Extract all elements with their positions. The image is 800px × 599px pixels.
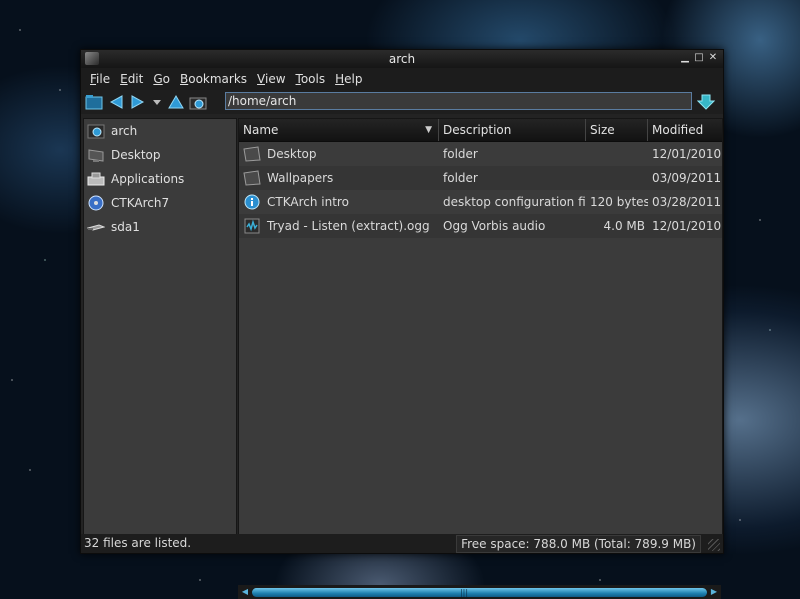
file-description: desktop configuration file — [443, 195, 586, 209]
go-icon[interactable] — [696, 93, 716, 111]
file-name: Tryad - Listen (extract).ogg — [267, 219, 430, 233]
applications-icon — [86, 171, 106, 187]
home-folder-icon — [86, 123, 106, 139]
column-modified-label: Modified — [652, 123, 704, 137]
file-description: folder — [443, 147, 478, 161]
folder-icon — [243, 146, 261, 162]
table-row[interactable]: Tryad - Listen (extract).ogg Ogg Vorbis … — [239, 214, 722, 238]
table-row[interactable]: Wallpapers folder 03/09/2011 — [239, 166, 722, 190]
title-bar[interactable]: arch ▁ □ ✕ — [81, 50, 723, 68]
column-size[interactable]: Size — [586, 119, 648, 141]
file-name: Wallpapers — [267, 171, 334, 185]
file-size: 120 bytes — [590, 195, 648, 209]
optical-disc-icon — [86, 195, 106, 211]
column-size-label: Size — [590, 123, 615, 137]
scrollbar-thumb[interactable] — [252, 588, 707, 597]
close-icon[interactable]: ✕ — [707, 52, 719, 64]
file-list: Name ▼ Description Size Modified Desktop… — [238, 118, 723, 535]
column-description[interactable]: Description — [439, 119, 586, 141]
menu-bar: File Edit Go Bookmarks View Tools Help — [81, 68, 723, 90]
places-sidebar: arch Desktop Applications CTKArch7 sda1 — [83, 118, 237, 535]
scroll-left-icon[interactable]: ◀ — [240, 587, 250, 597]
sidebar-item-sda1[interactable]: sda1 — [84, 215, 236, 239]
sidebar-item-desktop[interactable]: Desktop — [84, 143, 236, 167]
home-icon[interactable] — [189, 93, 207, 111]
folder-icon — [243, 170, 261, 186]
file-modified: 12/01/2010 — [652, 147, 722, 161]
file-rows: Desktop folder 12/01/2010 Wallpapers fol… — [239, 142, 722, 238]
sidebar-item-ctkarch7[interactable]: CTKArch7 — [84, 191, 236, 215]
column-name-label: Name — [243, 123, 279, 137]
minimize-icon[interactable]: ▁ — [679, 52, 691, 64]
file-description: folder — [443, 171, 478, 185]
sidebar-item-applications[interactable]: Applications — [84, 167, 236, 191]
status-free-space: Free space: 788.0 MB (Total: 789.9 MB) — [456, 535, 701, 553]
window-title: arch — [388, 52, 416, 66]
forward-icon[interactable] — [129, 93, 147, 111]
sidebar-item-label: Applications — [111, 172, 185, 186]
desktop-icon — [86, 147, 106, 163]
maximize-icon[interactable]: □ — [693, 52, 705, 64]
column-description-label: Description — [443, 123, 512, 137]
drive-icon — [86, 219, 106, 235]
status-bar: 32 files are listed. Free space: 788.0 M… — [81, 534, 723, 553]
up-icon[interactable] — [167, 93, 185, 111]
status-file-count: 32 files are listed. — [84, 536, 192, 550]
location-input[interactable] — [225, 92, 692, 110]
file-description: Ogg Vorbis audio — [443, 219, 546, 233]
table-row[interactable]: CTKArch intro desktop configuration file… — [239, 190, 722, 214]
app-icon[interactable] — [85, 52, 99, 65]
menu-edit[interactable]: Edit — [115, 72, 148, 86]
sidebar-item-label: arch — [111, 124, 138, 138]
scrollbar-grip-icon: ||| — [459, 588, 469, 597]
sidebar-item-arch[interactable]: arch — [84, 119, 236, 143]
file-size: 4.0 MB — [603, 219, 645, 233]
menu-bookmarks[interactable]: Bookmarks — [175, 72, 252, 86]
file-manager-window: arch ▁ □ ✕ File Edit Go Bookmarks View T… — [80, 49, 724, 599]
menu-tools[interactable]: Tools — [291, 72, 331, 86]
sidebar-item-label: sda1 — [111, 220, 140, 234]
menu-view[interactable]: View — [252, 72, 290, 86]
new-tab-icon[interactable] — [85, 93, 103, 111]
toolbar — [81, 90, 723, 114]
file-modified: 03/28/2011 — [652, 195, 722, 209]
info-icon — [243, 194, 261, 210]
file-name: CTKArch intro — [267, 195, 349, 209]
back-icon[interactable] — [107, 93, 125, 111]
list-header: Name ▼ Description Size Modified — [239, 119, 722, 142]
audio-file-icon — [243, 218, 261, 234]
menu-file[interactable]: File — [85, 72, 115, 86]
menu-go[interactable]: Go — [148, 72, 175, 86]
menu-help[interactable]: Help — [330, 72, 367, 86]
column-name[interactable]: Name ▼ — [239, 119, 439, 141]
history-dropdown-icon[interactable] — [151, 93, 163, 111]
file-modified: 03/09/2011 — [652, 171, 722, 185]
table-row[interactable]: Desktop folder 12/01/2010 — [239, 142, 722, 166]
sidebar-item-label: CTKArch7 — [111, 196, 170, 210]
content-area: arch Desktop Applications CTKArch7 sda1 … — [81, 118, 723, 599]
scroll-right-icon[interactable]: ▶ — [709, 587, 719, 597]
sidebar-item-label: Desktop — [111, 148, 161, 162]
column-modified[interactable]: Modified — [648, 119, 722, 141]
resize-grip-icon[interactable] — [708, 539, 720, 551]
file-modified: 12/01/2010 — [652, 219, 722, 233]
file-name: Desktop — [267, 147, 317, 161]
horizontal-scrollbar[interactable]: ◀ ||| ▶ — [238, 585, 721, 599]
sort-descending-icon: ▼ — [425, 125, 432, 135]
